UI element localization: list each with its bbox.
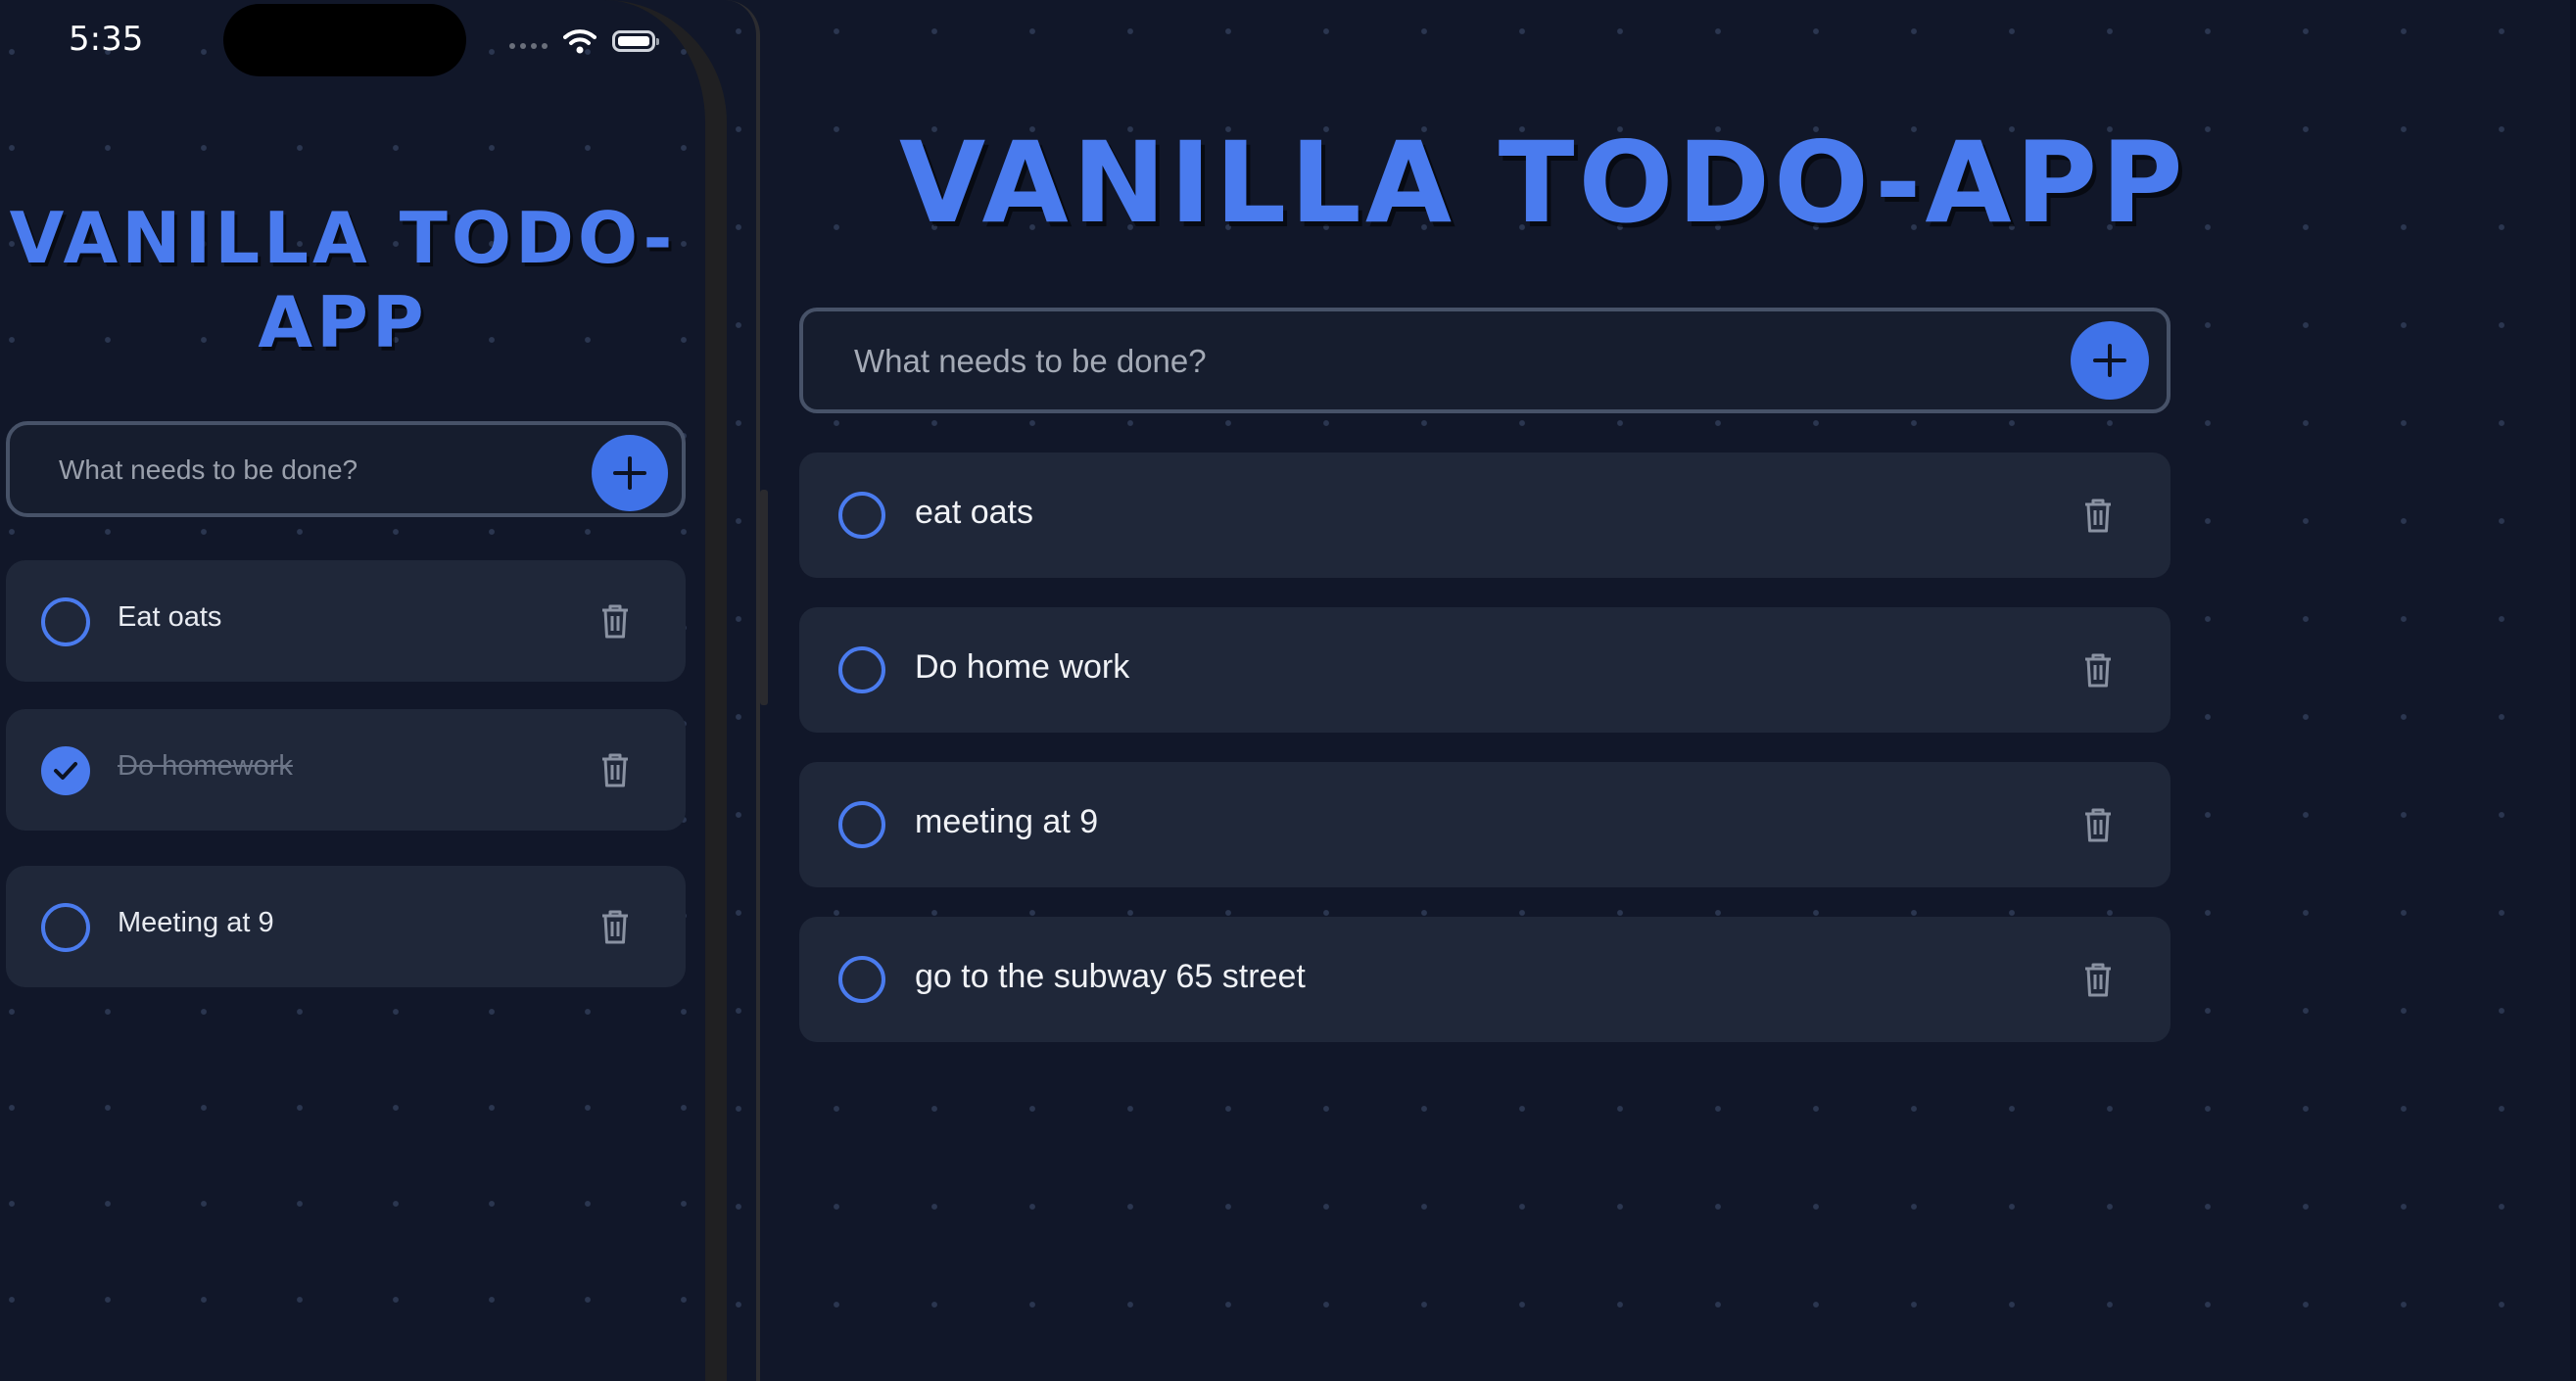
phone-side-button	[760, 490, 768, 705]
todo-checkbox-checked[interactable]	[41, 746, 90, 795]
dynamic-island	[223, 4, 466, 76]
add-todo-button[interactable]	[592, 435, 668, 511]
todo-item: meeting at 9	[799, 762, 2171, 887]
todo-text: Do home work	[915, 648, 1130, 686]
todo-checkbox[interactable]	[838, 492, 885, 539]
todo-item: Meeting at 9	[6, 866, 686, 987]
todo-checkbox[interactable]	[838, 646, 885, 693]
wifi-icon	[563, 29, 596, 54]
trash-icon[interactable]	[594, 599, 637, 643]
todo-item: go to the subway 65 street	[799, 917, 2171, 1042]
todo-text: go to the subway 65 street	[915, 958, 1306, 995]
trash-icon[interactable]	[2076, 958, 2120, 1001]
plus-icon	[613, 456, 646, 490]
todo-checkbox[interactable]	[41, 903, 90, 952]
battery-icon	[612, 30, 659, 52]
signal-icon	[509, 33, 548, 49]
trash-icon[interactable]	[594, 905, 637, 948]
status-icons	[509, 22, 659, 61]
trash-icon[interactable]	[2076, 494, 2120, 537]
todo-checkbox[interactable]	[838, 956, 885, 1003]
new-todo-form	[6, 421, 686, 517]
todo-checkbox[interactable]	[41, 597, 90, 646]
trash-icon[interactable]	[594, 748, 637, 791]
todo-text: Eat oats	[118, 601, 222, 633]
todo-item: Do home work	[799, 607, 2171, 733]
todo-text: Meeting at 9	[118, 907, 274, 938]
todo-text: meeting at 9	[915, 803, 1099, 840]
todo-item: Do homework	[6, 709, 686, 831]
plus-icon	[2093, 344, 2126, 377]
todo-item: Eat oats	[6, 560, 686, 682]
todo-text: Do homework	[118, 750, 293, 782]
trash-icon[interactable]	[2076, 803, 2120, 846]
new-todo-input[interactable]	[57, 425, 570, 515]
check-icon	[54, 762, 77, 780]
new-todo-input[interactable]	[852, 311, 1933, 411]
todo-checkbox[interactable]	[838, 801, 885, 848]
todo-item: eat oats	[799, 452, 2171, 578]
status-time: 5:35	[69, 20, 144, 59]
trash-icon[interactable]	[2076, 648, 2120, 691]
add-todo-button[interactable]	[2071, 321, 2149, 400]
new-todo-form	[799, 308, 2171, 413]
todo-text: eat oats	[915, 494, 1033, 531]
page-title: VANILLA TODO-APP	[899, 118, 2187, 248]
phone-bezel	[725, 0, 760, 1381]
mobile-preview: 5:35 VANILLA TODO-APP Eat oats	[0, 0, 727, 1381]
window-edge	[2570, 0, 2576, 1381]
page-title: VANILLA TODO-APP	[9, 197, 677, 363]
